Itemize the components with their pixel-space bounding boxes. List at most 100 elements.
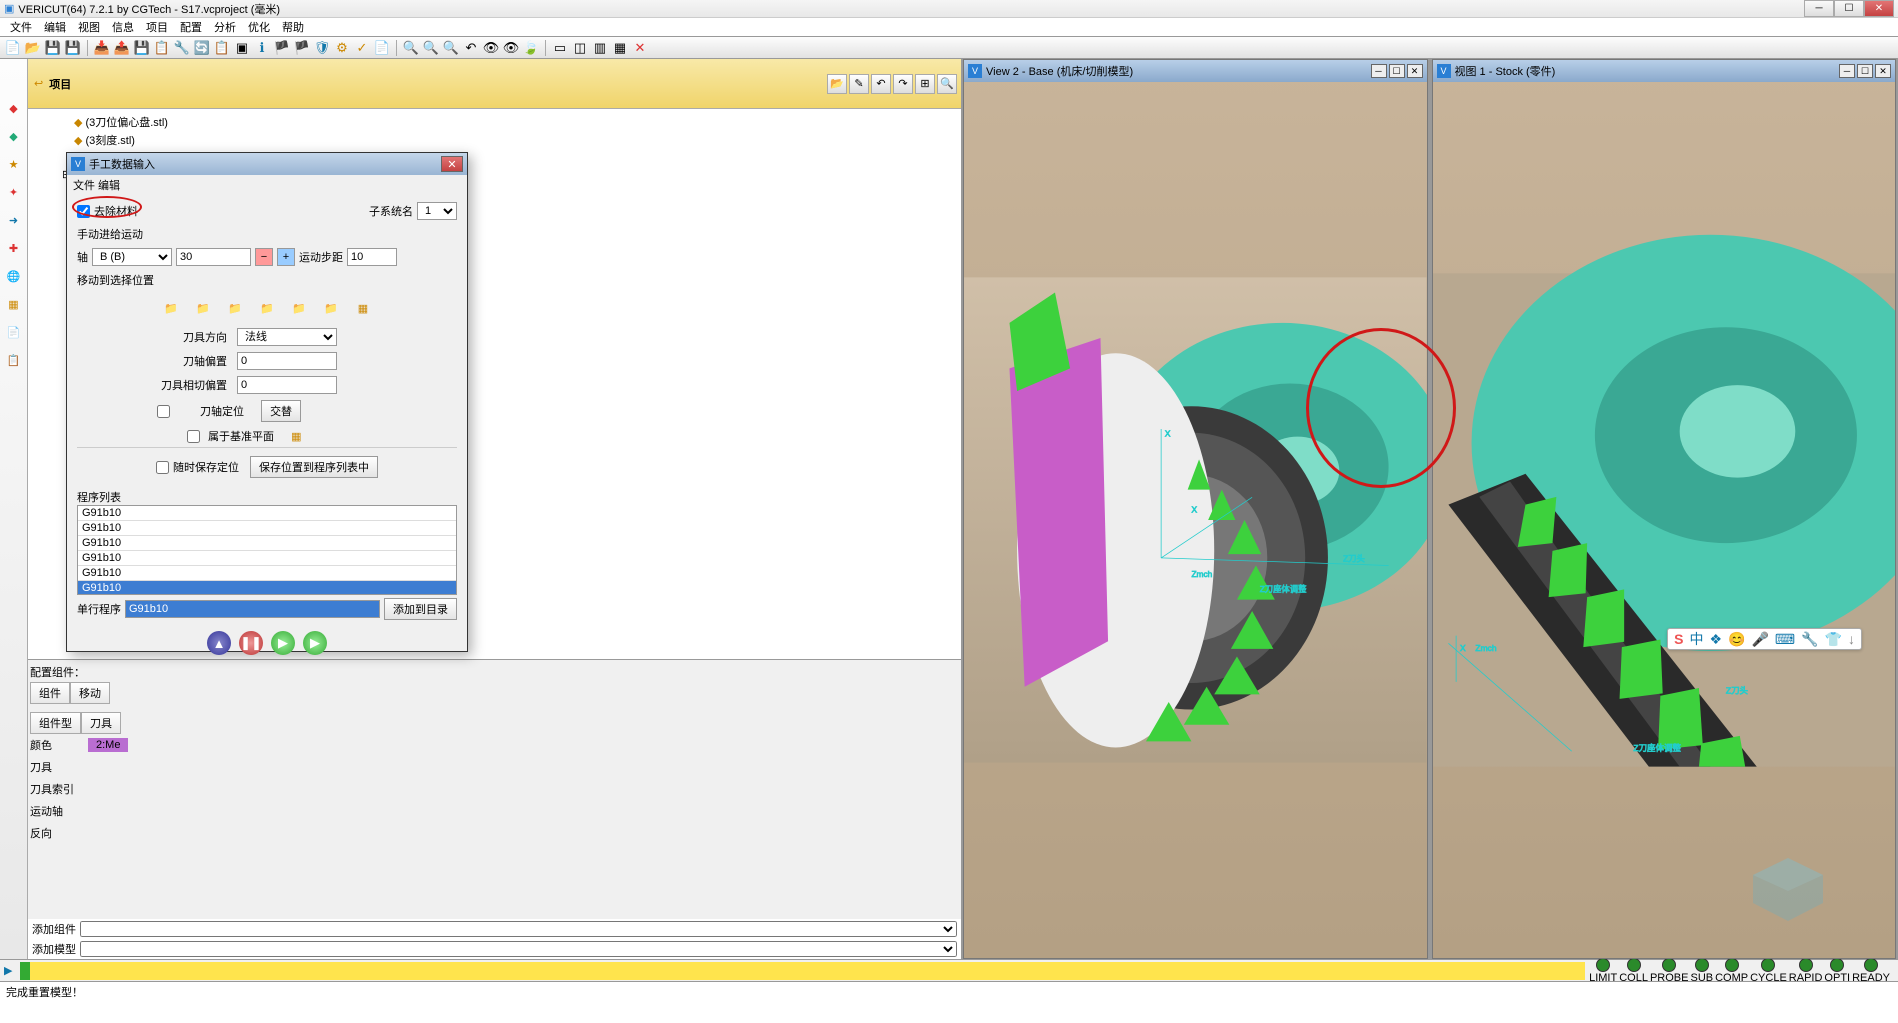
ime-tool-icon[interactable]: 🔧 (1801, 631, 1818, 648)
plane-icon[interactable]: ▦ (291, 430, 301, 443)
lt-8-icon[interactable]: ▦ (5, 295, 23, 313)
lt-9-icon[interactable]: 📄 (5, 323, 23, 341)
lt-3-icon[interactable]: ★ (5, 155, 23, 173)
tab-component[interactable]: 组件 (30, 682, 70, 704)
tool-dir-select[interactable]: 法线 (237, 328, 337, 346)
step-button[interactable]: ▶ (271, 631, 295, 655)
del-icon[interactable]: ✕ (631, 39, 649, 57)
ime-skin-icon[interactable]: 👕 (1825, 631, 1842, 648)
ime-mic-icon[interactable]: 🎤 (1751, 631, 1768, 648)
add-to-dir-button[interactable]: 添加到目录 (384, 598, 457, 620)
tan-offset-input[interactable] (237, 376, 337, 394)
tab-comptype[interactable]: 组件型 (30, 712, 81, 734)
eye-icon[interactable]: 👁 (482, 39, 500, 57)
gear-icon[interactable]: ⚙ (333, 39, 351, 57)
ime-emoji-icon[interactable]: 😊 (1728, 631, 1745, 648)
lt-4-icon[interactable]: ✦ (5, 183, 23, 201)
tool-icon[interactable]: 🔧 (173, 39, 191, 57)
add-model-select[interactable] (80, 941, 957, 957)
view-close-icon[interactable]: ✕ (1407, 64, 1423, 78)
menu-project[interactable]: 项目 (140, 17, 174, 37)
dialog-close-button[interactable]: ✕ (441, 156, 463, 172)
view-max-icon[interactable]: ☐ (1857, 64, 1873, 78)
pos-icon-2[interactable]: 📁 (192, 297, 214, 319)
flag2-icon[interactable]: 🏴 (293, 39, 311, 57)
view1-scene[interactable]: X Zmch Z刀座体调整 Z刀头 (1433, 82, 1896, 958)
view-min-icon[interactable]: ─ (1371, 64, 1387, 78)
remove-material-checkbox[interactable] (77, 205, 90, 218)
view-min-icon[interactable]: ─ (1839, 64, 1855, 78)
list-item[interactable]: G91b10 (78, 566, 456, 581)
refresh-icon[interactable]: 🔄 (193, 39, 211, 57)
export-icon[interactable]: 📤 (113, 39, 131, 57)
pos-icon-4[interactable]: 📁 (256, 297, 278, 319)
swap-button[interactable]: 交替 (261, 400, 301, 422)
copy-icon[interactable]: 📋 (153, 39, 171, 57)
ime-toolbar[interactable]: S 中 ❖ 😊 🎤 ⌨ 🔧 👕 ↓ (1667, 628, 1862, 650)
zoom-fit-icon[interactable]: 🔍 (442, 39, 460, 57)
axis-locate-checkbox[interactable] (157, 405, 170, 418)
subsystem-select[interactable]: 1 (417, 202, 457, 220)
cube-icon[interactable]: ▣ (233, 39, 251, 57)
menu-optimize[interactable]: 优化 (242, 17, 276, 37)
info-icon[interactable]: ℹ (253, 39, 271, 57)
list-item[interactable]: G91b10 (78, 521, 456, 536)
back-icon[interactable]: ↩ (34, 77, 43, 90)
save-to-list-button[interactable]: 保存位置到程序列表中 (250, 456, 378, 478)
lt-6-icon[interactable]: ✚ (5, 239, 23, 257)
panel-btn-4[interactable]: ↷ (893, 74, 913, 94)
axis-offset-input[interactable] (237, 352, 337, 370)
save-always-checkbox[interactable] (156, 461, 169, 474)
dialog-menu[interactable]: 文件 编辑 (67, 175, 467, 193)
view-1[interactable]: V 视图 1 - Stock (零件) ─ ☐ ✕ (1432, 59, 1897, 959)
tree-item[interactable]: (3刻度.stl) (85, 132, 135, 148)
new-icon[interactable]: 📄 (4, 39, 22, 57)
layout3-icon[interactable]: ▥ (591, 39, 609, 57)
save2-icon[interactable]: 💾 (133, 39, 151, 57)
plus-button[interactable]: + (277, 248, 295, 266)
layout1-icon[interactable]: ▭ (551, 39, 569, 57)
ime-punct-icon[interactable]: ❖ (1709, 631, 1722, 648)
lt-2-icon[interactable]: ◆ (5, 127, 23, 145)
list-item-selected[interactable]: G91b10 (78, 581, 456, 595)
ime-lang[interactable]: 中 (1689, 629, 1703, 649)
play-button[interactable]: ▶ (303, 631, 327, 655)
view2-scene[interactable]: X X Zmch Z刀座体调整 Z刀头 (964, 82, 1427, 958)
pos-icon-7[interactable]: ▦ (352, 297, 374, 319)
program-list[interactable]: G91b10 G91b10 G91b10 G91b10 G91b10 G91b1… (77, 505, 457, 595)
lt-7-icon[interactable]: 🌐 (5, 267, 23, 285)
add-component-select[interactable] (80, 921, 957, 937)
play-icon[interactable]: ▶ (0, 964, 16, 977)
color-swatch[interactable]: 2:Me (88, 738, 128, 752)
menu-view[interactable]: 视图 (72, 17, 106, 37)
shield-icon[interactable]: 🛡 (313, 39, 331, 57)
minimize-button[interactable]: ─ (1804, 0, 1834, 17)
step-input[interactable] (347, 248, 397, 266)
zoom-in-icon[interactable]: 🔍 (402, 39, 420, 57)
list-item[interactable]: G91b10 (78, 506, 456, 521)
ime-drop-icon[interactable]: ↓ (1848, 631, 1855, 647)
panel-btn-5[interactable]: ⊞ (915, 74, 935, 94)
panel-btn-1[interactable]: 📂 (827, 74, 847, 94)
layout2-icon[interactable]: ◫ (571, 39, 589, 57)
ime-kb-icon[interactable]: ⌨ (1775, 631, 1795, 648)
view-2[interactable]: V View 2 - Base (机床/切削模型) ─ ☐ ✕ (963, 59, 1428, 959)
panel-btn-3[interactable]: ↶ (871, 74, 891, 94)
maximize-button[interactable]: ☐ (1834, 0, 1864, 17)
pos-icon-6[interactable]: 📁 (320, 297, 342, 319)
saveall-icon[interactable]: 💾 (64, 39, 82, 57)
list-icon[interactable]: 📋 (213, 39, 231, 57)
pos-icon-3[interactable]: 📁 (224, 297, 246, 319)
menu-info[interactable]: 信息 (106, 17, 140, 37)
layout4-icon[interactable]: ▦ (611, 39, 629, 57)
progress-bar[interactable] (20, 962, 1585, 980)
rewind-button[interactable]: ▲ (207, 631, 231, 655)
undo-icon[interactable]: ↶ (462, 39, 480, 57)
menu-config[interactable]: 配置 (174, 17, 208, 37)
leaf-icon[interactable]: 🍃 (522, 39, 540, 57)
check-icon[interactable]: ✓ (353, 39, 371, 57)
menu-help[interactable]: 帮助 (276, 17, 310, 37)
menu-analysis[interactable]: 分析 (208, 17, 242, 37)
lt-5-icon[interactable]: ➜ (5, 211, 23, 229)
lt-1-icon[interactable]: ◆ (5, 99, 23, 117)
